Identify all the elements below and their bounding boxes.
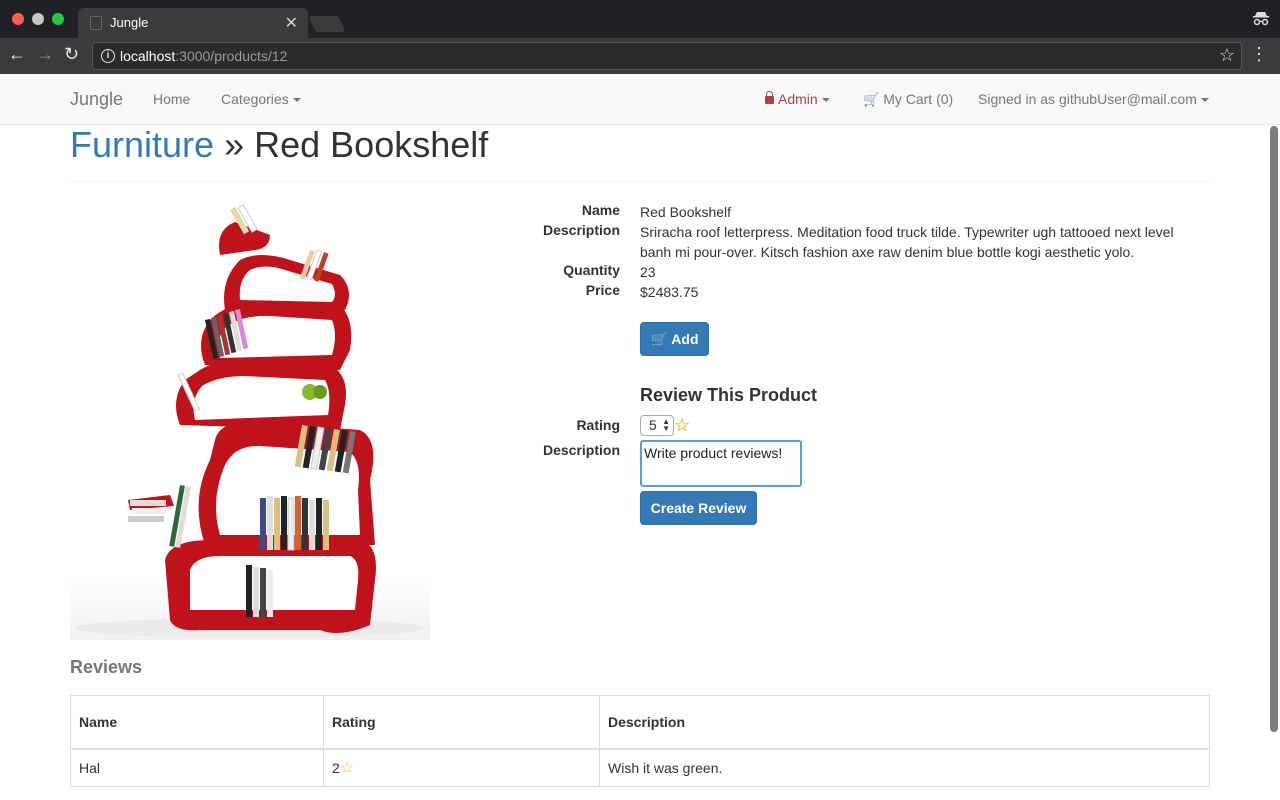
browser-menu-icon[interactable]: ⋮ — [1250, 44, 1268, 65]
table-row: Hal 2☆ Wish it was green. — [70, 748, 1210, 787]
tab-title: Jungle — [110, 15, 149, 30]
review-rating-cell: 2☆ — [323, 748, 600, 787]
quantity-label: Quantity — [563, 262, 620, 278]
table-header-row: Name Rating Description — [70, 695, 1210, 750]
star-icon: ☆ — [674, 415, 691, 435]
maximize-window-button[interactable] — [52, 13, 64, 25]
column-header: Name — [70, 695, 324, 750]
name-label: Name — [581, 202, 620, 218]
close-tab-icon[interactable]: ✕ — [285, 13, 298, 33]
star-icon: ☆ — [339, 759, 355, 777]
review-description-label: Description — [542, 442, 620, 458]
page-icon — [90, 16, 102, 30]
description-label: Description — [542, 222, 620, 238]
rating-select[interactable]: 5 ▲ ▼ — [640, 415, 674, 436]
forward-arrow-icon[interactable]: → — [36, 44, 54, 65]
url-path: :3000/products/12 — [175, 48, 288, 64]
nav-cart-link[interactable]: 🛒 My Cart (0) — [863, 91, 953, 108]
caret-down-icon — [821, 98, 830, 103]
review-description-textarea[interactable]: Write product reviews! — [640, 440, 802, 487]
rating-label: Rating — [576, 417, 620, 433]
review-rating: 2 — [332, 759, 340, 776]
reload-icon[interactable]: ↻ — [64, 44, 79, 65]
caret-down-icon — [1200, 98, 1209, 103]
browser-tabstrip: Jungle ✕ — [0, 0, 1280, 38]
back-arrow-icon[interactable]: ← — [8, 44, 26, 65]
nav-user-dropdown[interactable]: Signed in as githubUser@mail.com — [978, 91, 1209, 107]
category-link[interactable]: Furniture — [70, 124, 214, 165]
site-info-icon[interactable]: i — [101, 49, 115, 63]
url-text: localhost:3000/products/12 — [120, 48, 287, 64]
product-image — [70, 200, 430, 640]
product-description: Sriracha roof letterpress. Meditation fo… — [640, 224, 1174, 260]
select-arrows-icon: ▲ ▼ — [662, 417, 670, 433]
nav-admin-dropdown[interactable]: Admin — [765, 91, 830, 107]
admin-label: Admin — [778, 91, 818, 107]
url-host: localhost — [120, 48, 176, 64]
add-to-cart-button[interactable]: 🛒 Add — [640, 322, 709, 356]
cart-icon: 🛒 — [650, 331, 668, 347]
column-header: Description — [599, 695, 1210, 750]
cart-icon: 🛒 — [863, 92, 880, 107]
product-price: $2483.75 — [640, 284, 699, 300]
categories-label: Categories — [221, 91, 289, 107]
lock-icon — [765, 91, 774, 104]
nav-categories-dropdown[interactable]: Categories — [221, 91, 301, 107]
brand-link[interactable]: Jungle — [70, 89, 123, 110]
cart-label: My Cart (0) — [883, 91, 954, 107]
rating-value: 5 — [649, 417, 657, 433]
reviews-title: Reviews — [70, 657, 143, 677]
new-tab-button[interactable] — [308, 16, 346, 32]
add-button-label: Add — [671, 331, 699, 347]
divider — [70, 181, 1210, 182]
product-quantity: 23 — [640, 264, 656, 280]
reviews-table: Name Rating Description Hal 2☆ Wish it w… — [70, 695, 1210, 787]
signed-in-label: Signed in as githubUser@mail.com — [978, 91, 1197, 107]
incognito-icon — [1252, 9, 1270, 29]
page-title: Furniture » Red Bookshelf — [70, 124, 488, 166]
address-bar[interactable]: i localhost:3000/products/12 ☆ — [92, 42, 1242, 70]
page-scrollbar[interactable] — [1270, 126, 1278, 732]
bookmark-star-icon[interactable]: ☆ — [1219, 45, 1235, 66]
column-header: Rating — [323, 695, 600, 750]
breadcrumb-separator: » — [224, 124, 245, 165]
nav-home-link[interactable]: Home — [153, 91, 190, 107]
create-review-button[interactable]: Create Review — [640, 491, 757, 525]
minimize-window-button[interactable] — [32, 13, 44, 25]
caret-down-icon — [292, 98, 301, 103]
product-title: Red Bookshelf — [254, 124, 489, 165]
product-name: Red Bookshelf — [640, 204, 732, 220]
review-name: Hal — [70, 748, 324, 787]
browser-toolbar: ← → ↻ i localhost:3000/products/12 ☆ ⋮ — [0, 38, 1280, 74]
browser-tab[interactable]: Jungle ✕ — [78, 8, 308, 38]
app-navbar: Jungle Home Categories Admin 🛒 My Cart (0… — [0, 74, 1280, 125]
review-description: Wish it was green. — [599, 748, 1210, 787]
close-window-button[interactable] — [12, 13, 24, 25]
price-label: Price — [585, 282, 620, 298]
review-form-title: Review This Product — [640, 385, 818, 405]
